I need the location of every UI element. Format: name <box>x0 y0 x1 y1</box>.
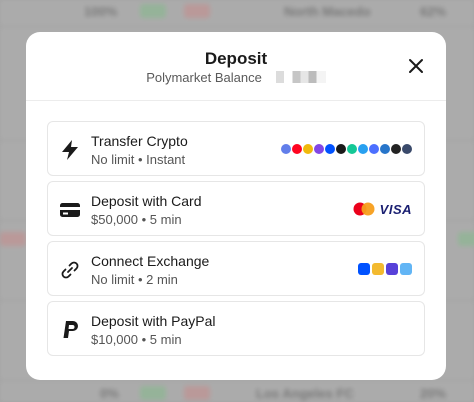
polygon-icon <box>314 144 324 154</box>
bnb-icon <box>303 144 313 154</box>
modal-header: Deposit Polymarket Balance <box>26 32 446 101</box>
crypto-network-icons <box>281 142 412 156</box>
kraken-icon <box>386 263 398 275</box>
balance-redacted <box>267 71 326 83</box>
link-icon <box>61 261 79 279</box>
option-deposit-paypal[interactable]: Deposit with PayPal $10,000 • 5 min <box>47 301 425 356</box>
deposit-modal: Deposit Polymarket Balance Transfer Cryp… <box>26 32 446 380</box>
base-icon <box>325 144 335 154</box>
solana-icon <box>347 144 357 154</box>
paypal-icon <box>63 321 78 338</box>
balance-line: Polymarket Balance <box>26 70 446 85</box>
modal-title: Deposit <box>204 49 268 68</box>
arbitrum-icon <box>358 144 368 154</box>
credit-card-icon <box>60 203 80 217</box>
option-title: Connect Exchange <box>91 253 210 269</box>
option-meta: No limit • Instant <box>91 152 186 167</box>
card-network-icons: VISA <box>353 201 412 217</box>
option-title: Deposit with PayPal <box>91 313 216 329</box>
deposit-options: Transfer Crypto No limit • Instant Depos… <box>47 121 425 361</box>
exchange-icons <box>357 262 412 276</box>
coinbase-icon <box>358 263 370 275</box>
lightning-icon <box>62 140 78 160</box>
binance-icon <box>372 263 384 275</box>
option-title: Deposit with Card <box>91 193 202 209</box>
usdc-icon <box>380 144 390 154</box>
optimism-icon <box>292 144 302 154</box>
zksync-icon <box>336 144 346 154</box>
exchange-icon <box>400 263 412 275</box>
option-transfer-crypto[interactable]: Transfer Crypto No limit • Instant <box>47 121 425 176</box>
option-meta: $10,000 • 5 min <box>91 332 182 347</box>
mastercard-icon <box>353 202 375 216</box>
option-title: Transfer Crypto <box>91 133 188 149</box>
option-connect-exchange[interactable]: Connect Exchange No limit • 2 min <box>47 241 425 296</box>
linea-icon <box>369 144 379 154</box>
option-meta: $50,000 • 5 min <box>91 212 182 227</box>
close-icon <box>409 59 423 73</box>
option-meta: No limit • 2 min <box>91 272 178 287</box>
ethereum-icon <box>281 144 291 154</box>
option-deposit-card[interactable]: Deposit with Card $50,000 • 5 min VISA <box>47 181 425 236</box>
balance-label: Polymarket Balance <box>146 70 262 85</box>
abstract-icon <box>391 144 401 154</box>
close-button[interactable] <box>408 58 424 74</box>
visa-icon: VISA <box>379 201 412 217</box>
network-icon <box>402 144 412 154</box>
